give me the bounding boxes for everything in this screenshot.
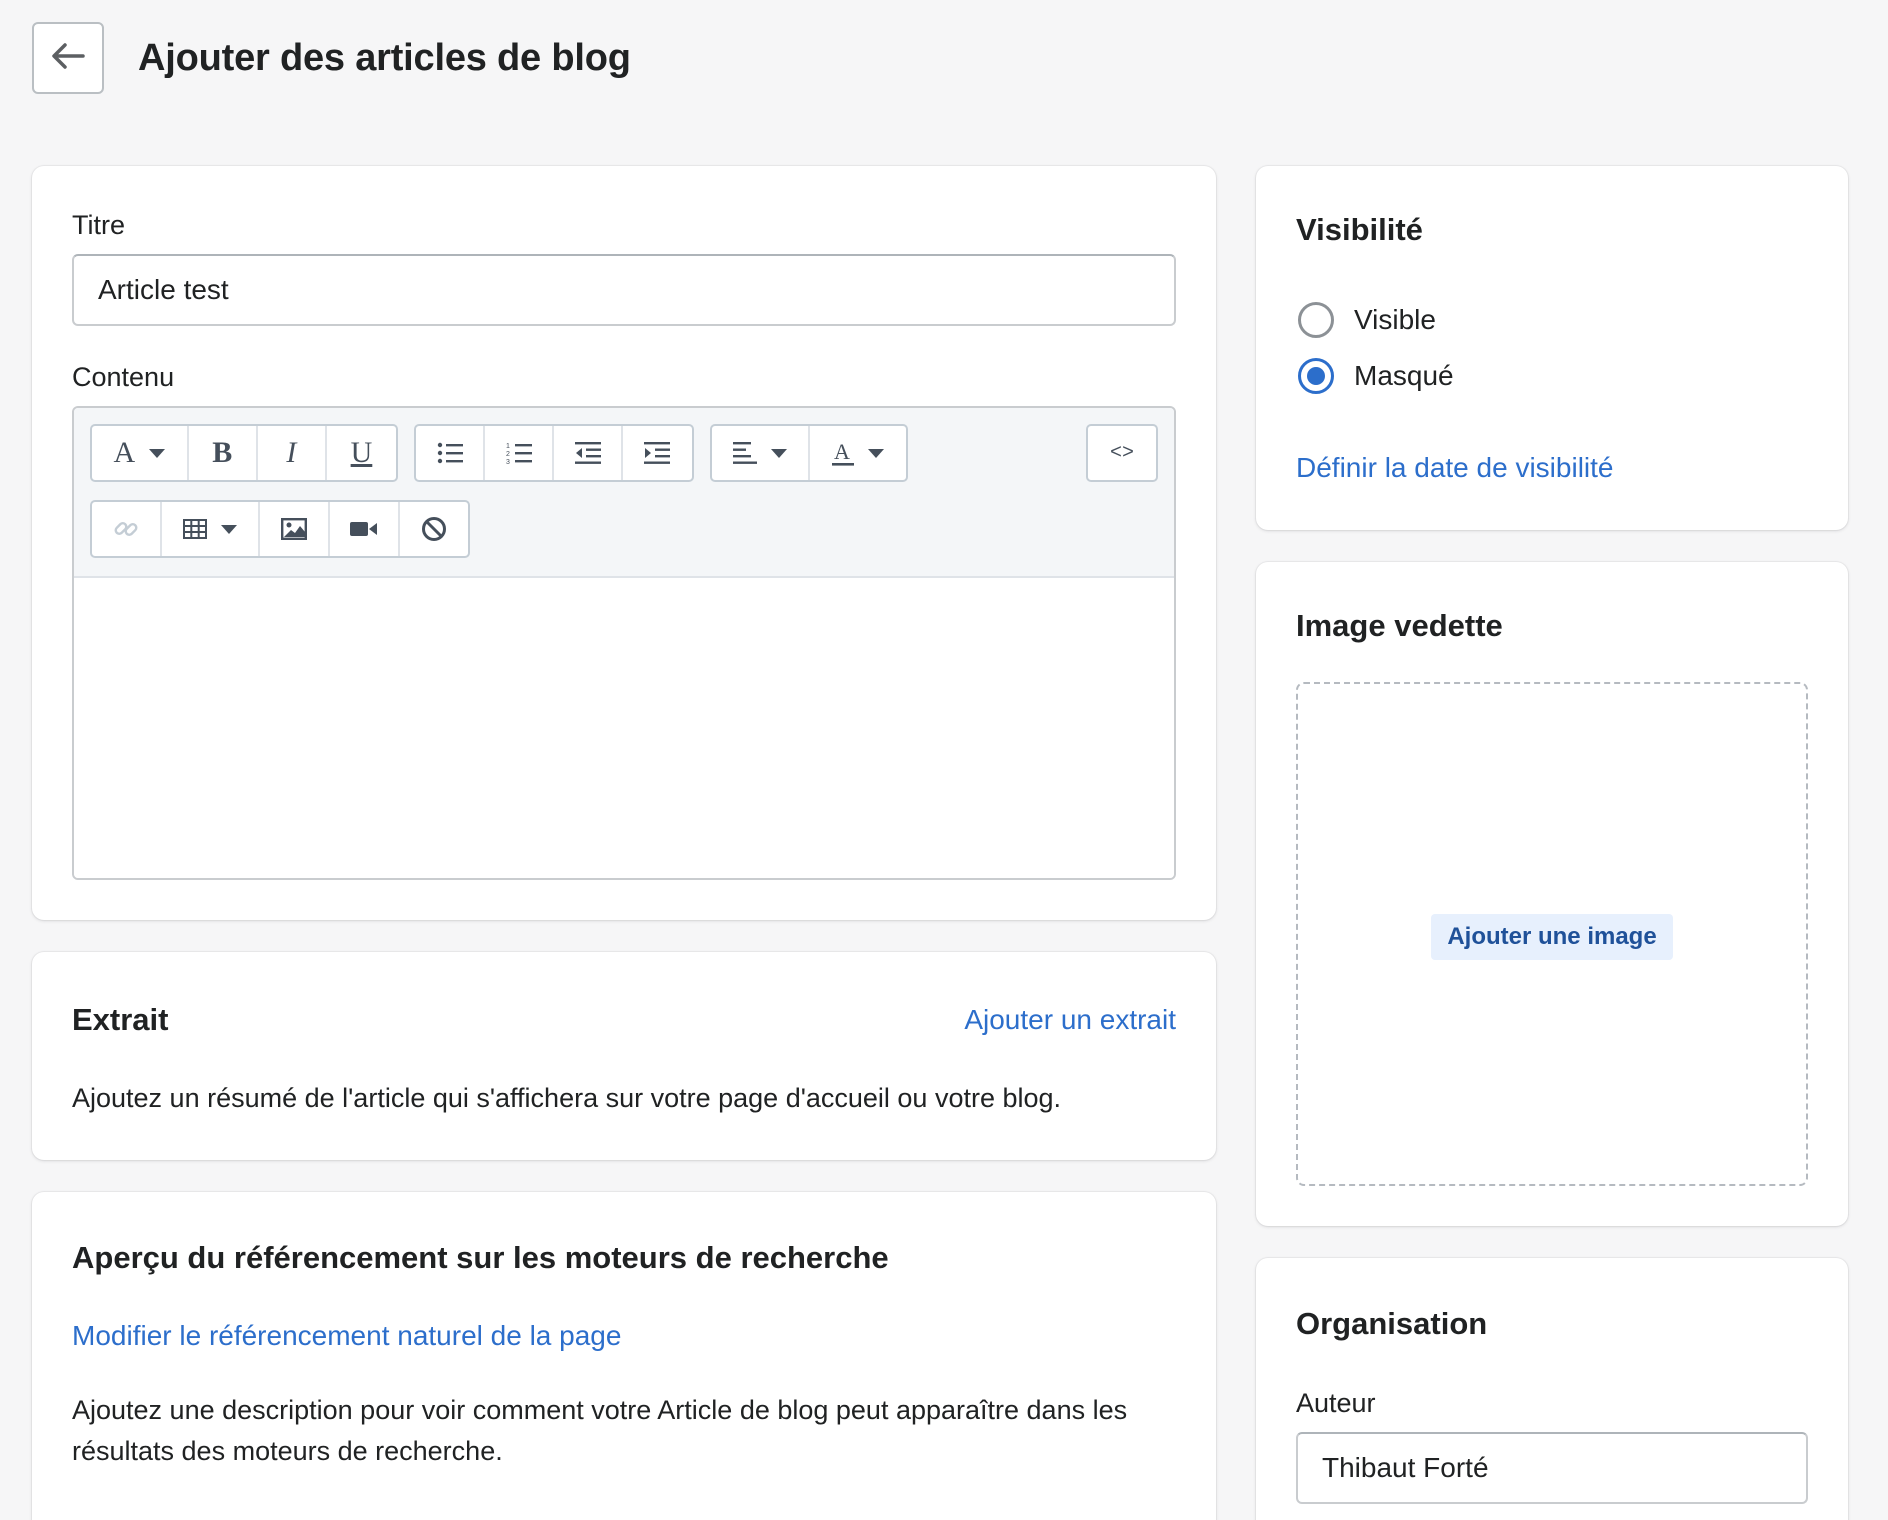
page-title: Ajouter des articles de blog	[138, 36, 631, 79]
author-input[interactable]: Thibaut Forté	[1296, 1432, 1808, 1504]
align-icon	[733, 442, 757, 464]
outdent-button[interactable]	[554, 426, 623, 480]
chevron-down-icon	[868, 448, 884, 458]
align-button[interactable]	[712, 426, 810, 480]
image-dropzone[interactable]: Ajouter une image	[1296, 682, 1808, 1186]
code-view-group: <>	[1086, 424, 1158, 482]
indent-button[interactable]	[623, 426, 692, 480]
editor-body[interactable]	[74, 578, 1174, 878]
table-icon	[183, 519, 207, 539]
clear-format-button[interactable]	[400, 502, 468, 556]
back-button[interactable]	[32, 22, 104, 94]
radio-visible[interactable]	[1298, 302, 1334, 338]
set-visibility-date-link[interactable]: Définir la date de visibilité	[1296, 452, 1614, 484]
editor-toolbar: A B I U 1 2 3 A <>	[74, 408, 1174, 578]
visibility-card: Visibilité Visible Masqué Définir la dat…	[1256, 166, 1848, 530]
svg-text:A: A	[834, 440, 850, 464]
code-view-button[interactable]: <>	[1088, 426, 1156, 480]
excerpt-card: Extrait Ajouter un extrait Ajoutez un ré…	[32, 952, 1216, 1160]
radio-label-visible: Visible	[1354, 304, 1436, 335]
excerpt-description: Ajoutez un résumé de l'article qui s'aff…	[72, 1083, 1062, 1113]
text-color-button[interactable]: A	[810, 426, 906, 480]
link-icon	[113, 516, 139, 542]
italic-button[interactable]: I	[258, 426, 327, 480]
radio-dot	[1307, 367, 1325, 385]
bold-button[interactable]: B	[189, 426, 258, 480]
italic-icon: I	[286, 436, 297, 469]
radio-label-hidden: Masqué	[1354, 360, 1454, 391]
content-label: Contenu	[72, 362, 175, 392]
excerpt-heading: Extrait	[72, 1002, 169, 1037]
image-icon	[281, 518, 307, 540]
bold-icon: B	[212, 436, 233, 469]
add-image-button[interactable]: Ajouter une image	[1431, 914, 1673, 960]
chevron-down-icon	[149, 448, 166, 458]
bullet-list-button[interactable]	[416, 426, 485, 480]
svg-text:2: 2	[506, 451, 510, 458]
page: Ajouter des articles de blog Titre Artic…	[0, 0, 1888, 1520]
visibility-option-visible[interactable]: Visible	[1298, 302, 1436, 338]
indent-icon	[644, 442, 671, 464]
featured-image-heading: Image vedette	[1296, 608, 1503, 643]
text-color-icon: A	[832, 440, 854, 466]
content-editor: A B I U 1 2 3 A <>	[72, 406, 1176, 880]
article-main-card: Titre Article test Contenu A B I U 1 2 3…	[32, 166, 1216, 920]
page-header: Ajouter des articles de blog	[32, 22, 631, 94]
add-excerpt-link[interactable]: Ajouter un extrait	[964, 1004, 1176, 1036]
author-label: Auteur	[1296, 1388, 1376, 1418]
insert-group	[90, 500, 470, 558]
code-view-icon: <>	[1109, 441, 1134, 465]
font-style-button[interactable]: A	[92, 426, 189, 480]
organization-card: Organisation Auteur Thibaut Forté	[1256, 1258, 1848, 1520]
arrow-left-icon	[51, 42, 85, 75]
title-label: Titre	[72, 210, 125, 240]
svg-text:3: 3	[506, 459, 510, 465]
underline-icon: U	[350, 436, 373, 469]
visibility-option-hidden[interactable]: Masqué	[1298, 358, 1454, 394]
svg-text:1: 1	[506, 443, 510, 450]
image-button[interactable]	[260, 502, 330, 556]
font-style-icon: A	[113, 436, 136, 469]
seo-description: Ajoutez une description pour voir commen…	[72, 1395, 1128, 1466]
video-icon	[350, 520, 378, 538]
underline-button[interactable]: U	[327, 426, 396, 480]
featured-image-card: Image vedette Ajouter une image	[1256, 562, 1848, 1226]
seo-heading: Aperçu du référencement sur les moteurs …	[72, 1240, 889, 1275]
outdent-icon	[574, 442, 601, 464]
chevron-down-icon	[221, 524, 237, 534]
video-button[interactable]	[330, 502, 400, 556]
text-format-group: A B I U	[90, 424, 398, 482]
visibility-heading: Visibilité	[1296, 212, 1423, 247]
title-input[interactable]: Article test	[72, 254, 1176, 326]
link-button[interactable]	[92, 502, 162, 556]
seo-card: Aperçu du référencement sur les moteurs …	[32, 1192, 1216, 1520]
radio-hidden[interactable]	[1298, 358, 1334, 394]
organization-heading: Organisation	[1296, 1306, 1488, 1341]
list-group: 123	[414, 424, 694, 482]
chevron-down-icon	[771, 448, 787, 458]
numbered-list-button[interactable]: 123	[485, 426, 554, 480]
align-color-group: A	[710, 424, 908, 482]
clear-format-icon	[421, 516, 447, 542]
edit-seo-link[interactable]: Modifier le référencement naturel de la …	[72, 1320, 621, 1352]
bullet-list-icon	[437, 442, 463, 464]
numbered-list-icon: 123	[506, 441, 532, 465]
table-button[interactable]	[162, 502, 260, 556]
